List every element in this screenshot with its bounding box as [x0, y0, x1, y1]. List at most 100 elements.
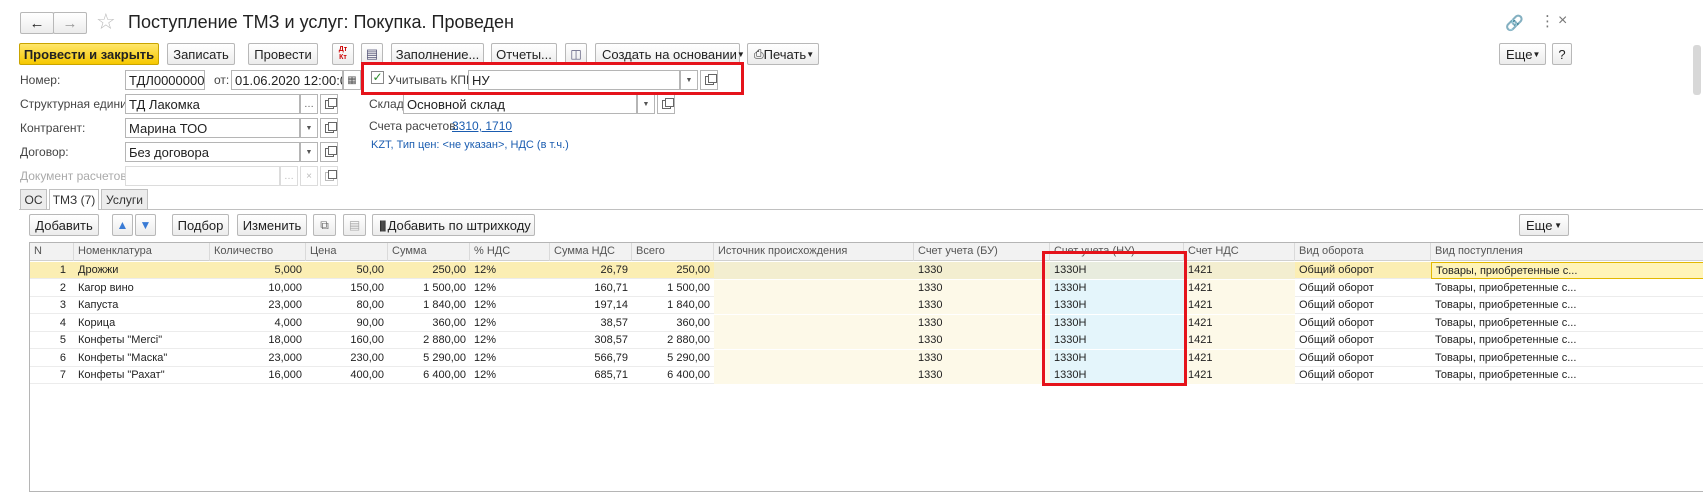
- dt-kt-button[interactable]: Дт Кт: [332, 43, 354, 65]
- table-cell[interactable]: 5 290,00: [388, 350, 470, 367]
- table-cell[interactable]: 1330Н: [1050, 314, 1184, 332]
- contractor-dropdown-button[interactable]: ▼: [300, 118, 318, 138]
- post-button[interactable]: Провести: [248, 43, 318, 65]
- kpn-field[interactable]: НУ: [468, 70, 680, 90]
- column-header[interactable]: N: [30, 243, 74, 261]
- menu-dots-icon[interactable]: ⋮: [1540, 12, 1555, 30]
- calendar-button[interactable]: ▦: [343, 70, 361, 90]
- table-cell[interactable]: [714, 314, 914, 332]
- table-cell[interactable]: 6: [30, 350, 70, 367]
- move-down-button[interactable]: ▼: [135, 214, 156, 236]
- structure-button[interactable]: ◫: [565, 43, 587, 65]
- number-field[interactable]: ТДЛ00000001: [125, 70, 205, 90]
- table-cell[interactable]: Товары, приобретенные с...: [1431, 297, 1703, 314]
- column-header[interactable]: Цена: [306, 243, 388, 261]
- table-cell[interactable]: 23,000: [210, 297, 306, 314]
- column-header[interactable]: Счет учета (НУ): [1050, 243, 1184, 261]
- contract-dropdown-button[interactable]: ▼: [300, 142, 318, 162]
- table-cell[interactable]: 6 400,00: [388, 367, 470, 384]
- table-cell[interactable]: 360,00: [388, 315, 470, 332]
- table-row[interactable]: 2 Кагор вино 10,000 150,00 1 500,00 12% 160,71…: [30, 279, 1703, 297]
- doc-select-button[interactable]: …: [280, 166, 298, 186]
- table-cell[interactable]: 12%: [470, 297, 550, 314]
- add-row-button[interactable]: Добавить: [29, 214, 99, 236]
- tab-services[interactable]: Услуги: [101, 189, 148, 209]
- table-cell[interactable]: 3: [30, 297, 70, 314]
- table-cell[interactable]: Конфеты "Маска": [74, 350, 210, 367]
- table-cell[interactable]: 1330Н: [1050, 262, 1184, 279]
- table-row[interactable]: 3 Капуста 23,000 80,00 1 840,00 12% 197,14 1 84…: [30, 297, 1703, 314]
- table-cell[interactable]: Товары, приобретенные с...: [1431, 350, 1703, 367]
- table-cell[interactable]: 1 500,00: [632, 280, 714, 297]
- date-field[interactable]: 01.06.2020 12:00:00: [231, 70, 343, 90]
- column-header[interactable]: Счет НДС: [1184, 243, 1295, 261]
- table-cell[interactable]: Общий оборот: [1295, 315, 1431, 332]
- unit-open-button[interactable]: [320, 94, 338, 114]
- kpn-dropdown-button[interactable]: ▼: [680, 70, 698, 90]
- doc-open-button[interactable]: [320, 166, 338, 186]
- warehouse-dropdown-button[interactable]: ▼: [637, 94, 655, 114]
- edit-button[interactable]: Изменить: [237, 214, 307, 236]
- table-cell[interactable]: 150,00: [306, 280, 388, 297]
- column-header[interactable]: Вид поступления: [1431, 243, 1703, 261]
- table-cell[interactable]: Общий оборот: [1295, 297, 1431, 314]
- move-up-button[interactable]: ▲: [112, 214, 133, 236]
- post-and-close-button[interactable]: Провести и закрыть: [19, 43, 159, 65]
- column-header[interactable]: Счет учета (БУ): [914, 243, 1050, 261]
- table-cell[interactable]: 7: [30, 367, 70, 384]
- table-cell[interactable]: Товары, приобретенные с...: [1431, 332, 1703, 349]
- back-button[interactable]: ←: [20, 12, 54, 34]
- tab-tmz[interactable]: ТМЗ (7): [49, 189, 99, 210]
- table-cell[interactable]: 2 880,00: [632, 332, 714, 349]
- unit-field[interactable]: ТД Лакомка: [125, 94, 300, 114]
- table-cell[interactable]: 566,79: [550, 350, 632, 367]
- doc-field[interactable]: [125, 166, 280, 186]
- forward-button[interactable]: →: [53, 12, 87, 34]
- table-cell[interactable]: 197,14: [550, 297, 632, 314]
- table-row[interactable]: 1 Дрожжи 5,000 50,00 250,00 12% 26,79 250,00 133…: [30, 262, 1703, 279]
- table-cell[interactable]: 10,000: [210, 280, 306, 297]
- table-cell[interactable]: 12%: [470, 367, 550, 384]
- list-button[interactable]: ▤: [361, 43, 383, 65]
- table-cell[interactable]: 2 880,00: [388, 332, 470, 349]
- table-cell[interactable]: 400,00: [306, 367, 388, 384]
- more-button[interactable]: Еще ▼: [1499, 43, 1546, 65]
- copy-button[interactable]: ⧉: [313, 214, 336, 236]
- reports-button[interactable]: Отчеты...: [491, 43, 557, 65]
- table-cell[interactable]: 80,00: [306, 297, 388, 314]
- fill-button[interactable]: Заполнение...: [391, 43, 484, 65]
- table-cell[interactable]: 1330: [914, 262, 1050, 279]
- table-cell[interactable]: 1330Н: [1050, 367, 1184, 384]
- contractor-open-button[interactable]: [320, 118, 338, 138]
- contractor-field[interactable]: Марина ТОО: [125, 118, 300, 138]
- table-cell[interactable]: 1330: [914, 367, 1050, 384]
- table-cell[interactable]: 250,00: [388, 262, 470, 279]
- selection-button[interactable]: Подбор: [172, 214, 229, 236]
- table-cell[interactable]: [714, 279, 914, 297]
- table-cell[interactable]: [714, 367, 914, 384]
- table-cell[interactable]: 1 500,00: [388, 280, 470, 297]
- table-cell[interactable]: 1330: [914, 279, 1050, 297]
- table-cell[interactable]: 360,00: [632, 315, 714, 332]
- price-info-link[interactable]: KZT, Тип цен: <не указан>, НДС (в т.ч.): [371, 139, 569, 151]
- paste-button[interactable]: ▤: [343, 214, 366, 236]
- table-cell[interactable]: Капуста: [74, 297, 210, 314]
- table-cell[interactable]: 1421: [1184, 314, 1295, 332]
- table-row[interactable]: 7 Конфеты "Рахат" 16,000 400,00 6 400,00 12% 6…: [30, 367, 1703, 384]
- table-cell[interactable]: [714, 332, 914, 349]
- table-cell[interactable]: 1: [30, 262, 70, 279]
- table-cell[interactable]: 12%: [470, 332, 550, 349]
- accounts-link[interactable]: 3310, 1710: [452, 119, 512, 133]
- table-cell[interactable]: 26,79: [550, 262, 632, 279]
- table-cell[interactable]: 230,00: [306, 350, 388, 367]
- column-header[interactable]: Вид оборота: [1295, 243, 1431, 261]
- table-cell[interactable]: 1421: [1184, 297, 1295, 314]
- table-cell[interactable]: 250,00: [632, 262, 714, 279]
- table-cell[interactable]: Товары, приобретенные с...: [1431, 367, 1703, 384]
- help-button[interactable]: ?: [1552, 43, 1572, 65]
- table-cell[interactable]: Общий оборот: [1295, 262, 1431, 279]
- table-cell[interactable]: 4,000: [210, 315, 306, 332]
- table-cell[interactable]: 23,000: [210, 350, 306, 367]
- unit-select-button[interactable]: …: [300, 94, 318, 114]
- table-cell[interactable]: 1330Н: [1050, 349, 1184, 367]
